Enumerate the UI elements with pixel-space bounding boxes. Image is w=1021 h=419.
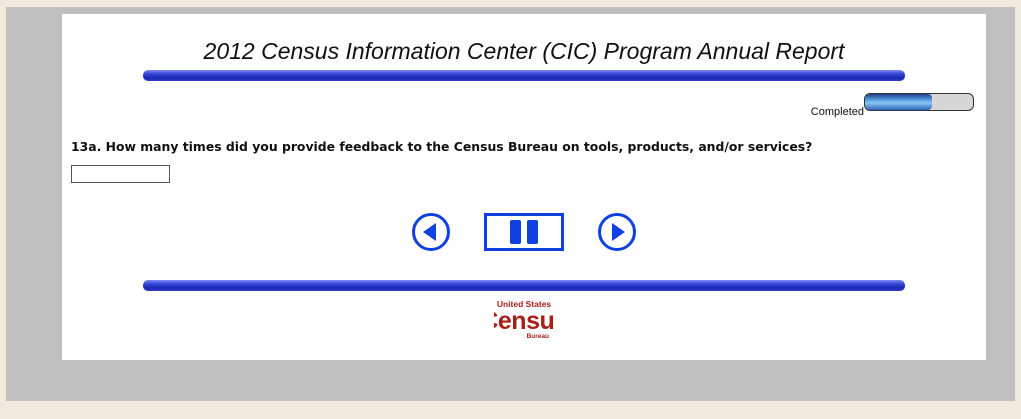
next-button[interactable] xyxy=(597,212,637,252)
page-frame: 2012 Census Information Center (CIC) Pro… xyxy=(6,7,1015,401)
footer-divider xyxy=(143,280,905,291)
survey-card: 2012 Census Information Center (CIC) Pro… xyxy=(62,14,986,360)
title-divider xyxy=(143,70,905,81)
question-text: 13a. How many times did you provide feed… xyxy=(71,139,813,154)
survey-title: 2012 Census Information Center (CIC) Pro… xyxy=(203,38,845,64)
svg-text:Census: Census xyxy=(494,307,554,335)
progress-fill xyxy=(865,94,932,110)
progress-bar xyxy=(864,93,974,111)
census-bureau-logo: United States Census Bureau xyxy=(480,298,568,348)
pause-icon xyxy=(484,213,564,251)
answer-input[interactable] xyxy=(71,165,170,183)
svg-text:Bureau: Bureau xyxy=(527,333,549,340)
census-logo-icon: United States Census Bureau xyxy=(480,299,568,340)
previous-button[interactable] xyxy=(411,212,451,252)
left-arrow-circle-icon xyxy=(412,213,450,251)
progress-label: Completed xyxy=(810,106,864,118)
right-arrow-circle-icon xyxy=(598,213,636,251)
pause-button[interactable] xyxy=(484,213,564,251)
